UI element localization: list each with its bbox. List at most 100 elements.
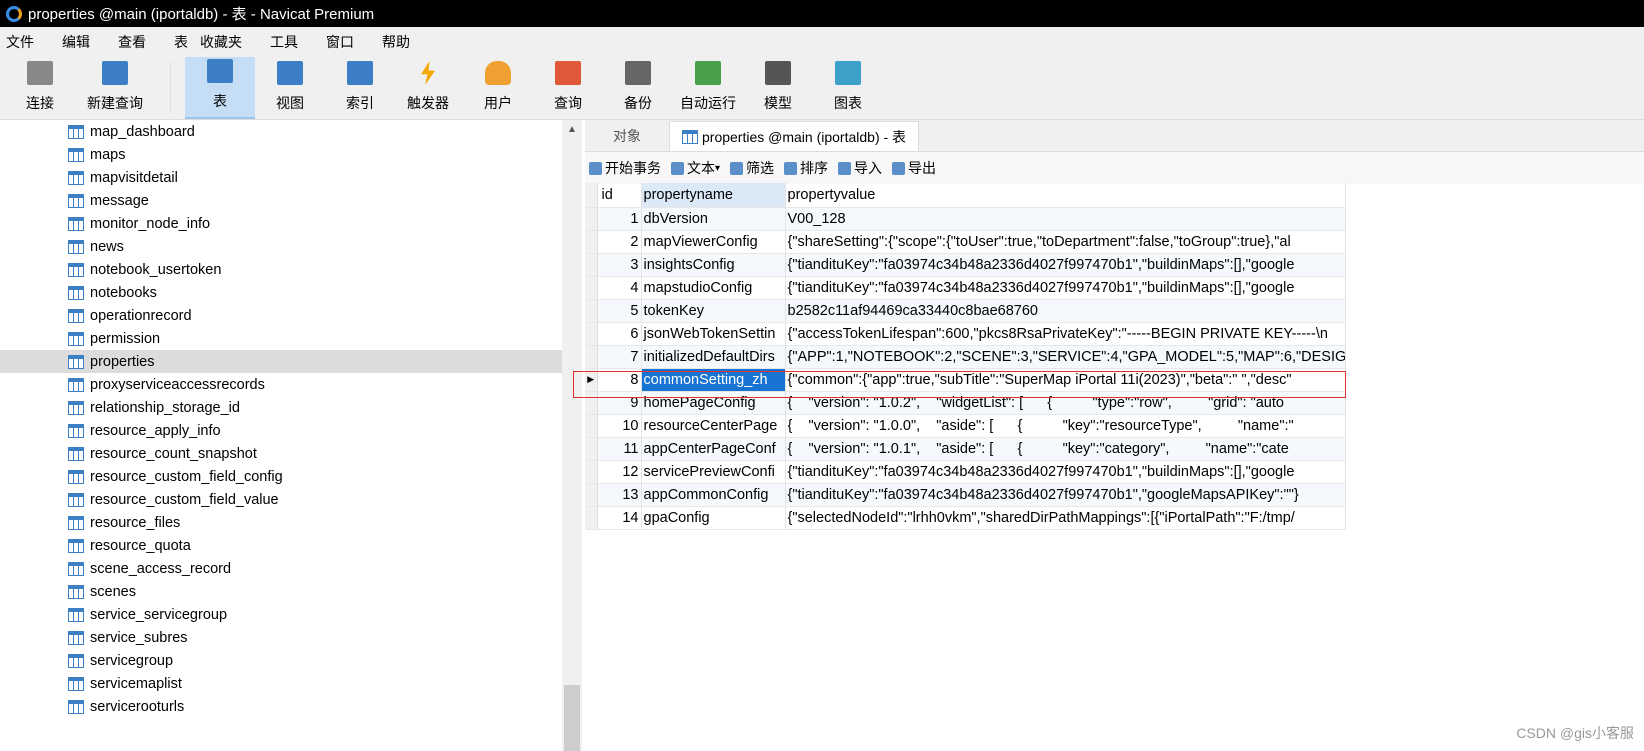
cell-propertyname[interactable]: gpaConfig (641, 506, 786, 530)
cell-propertyname[interactable]: servicePreviewConfi (641, 460, 786, 484)
table-row[interactable]: 6 jsonWebTokenSettin {"accessTokenLifespan… (585, 322, 1346, 346)
scroll-thumb[interactable] (564, 685, 580, 751)
cell-id[interactable]: 14 (597, 506, 642, 530)
toolbar-button-9[interactable]: 自动运行 (673, 57, 743, 119)
table-row[interactable]: ▶ 8 commonSetting_zh {"common":{"app":true,… (585, 368, 1346, 392)
toolbar-button-5[interactable]: 触发器 (393, 57, 463, 119)
cell-propertyvalue[interactable]: {"APP":1,"NOTEBOOK":2,"SCENE":3,"SERVICE… (785, 345, 1346, 369)
cell-propertyname[interactable]: commonSetting_zh (641, 368, 786, 392)
cell-propertyvalue[interactable]: {"selectedNodeId":"lrhh0vkm","sharedDirP… (785, 506, 1346, 530)
tree-item-table[interactable]: resource_files (0, 511, 562, 534)
tree-item-table[interactable]: proxyserviceaccessrecords (0, 373, 562, 396)
toolbar-button-10[interactable]: 模型 (743, 57, 813, 119)
tree-item-table[interactable]: notebooks (0, 281, 562, 304)
cell-propertyvalue[interactable]: {"shareSetting":{"scope":{"toUser":true,… (785, 230, 1346, 254)
menu-item[interactable]: 表 (174, 32, 188, 52)
toolbar-button-3[interactable]: 视图 (255, 57, 325, 119)
table-row[interactable]: 14 gpaConfig {"selectedNodeId":"lrhh0vkm",… (585, 506, 1346, 530)
dropdown-caret-icon[interactable]: ▾ (715, 163, 720, 174)
cell-id[interactable]: 3 (597, 253, 642, 277)
export-button[interactable]: 导出 (892, 158, 936, 178)
cell-propertyname[interactable]: tokenKey (641, 299, 786, 323)
cell-propertyname[interactable]: initializedDefaultDirs (641, 345, 786, 369)
row-marker[interactable] (585, 437, 598, 461)
row-marker[interactable] (585, 207, 598, 231)
row-marker[interactable] (585, 253, 598, 277)
table-row[interactable]: 13 appCommonConfig {"tiandituKey":"fa03974… (585, 483, 1346, 507)
tree-item-table[interactable]: resource_quota (0, 534, 562, 557)
tab-0[interactable]: 对象 (585, 121, 669, 151)
cell-propertyvalue[interactable]: {"tiandituKey":"fa03974c34b48a2336d4027f… (785, 253, 1346, 277)
toolbar-button-2[interactable]: 表 (185, 57, 255, 119)
cell-id[interactable]: 2 (597, 230, 642, 254)
menu-item[interactable]: 收藏夹 (200, 32, 242, 52)
toolbar-button-8[interactable]: 备份 (603, 57, 673, 119)
import-button[interactable]: 导入 (838, 158, 882, 178)
tree-item-table[interactable]: servicegroup (0, 649, 562, 672)
tree-item-table[interactable]: message (0, 189, 562, 212)
cell-propertyvalue[interactable]: {"common":{"app":true,"subTitle":"SuperM… (785, 368, 1346, 392)
tree-item-table[interactable]: resource_custom_field_value (0, 488, 562, 511)
tree-item-table[interactable]: service_servicegroup (0, 603, 562, 626)
tree-item-table[interactable]: resource_count_snapshot (0, 442, 562, 465)
toolbar-button-4[interactable]: 索引 (325, 57, 395, 119)
row-marker[interactable] (585, 460, 598, 484)
table-row[interactable]: 4 mapstudioConfig {"tiandituKey":"fa03974c… (585, 276, 1346, 300)
cell-propertyname[interactable]: dbVersion (641, 207, 786, 231)
tree-item-table[interactable]: scene_access_record (0, 557, 562, 580)
tab-1[interactable]: properties @main (iportaldb) - 表 (669, 121, 920, 151)
column-header-propertyname[interactable]: propertyname (641, 183, 786, 208)
toolbar-button-7[interactable]: 查询 (533, 57, 603, 119)
row-marker[interactable] (585, 506, 598, 530)
scroll-up-icon[interactable]: ▲ (562, 124, 582, 135)
tree-item-table[interactable]: notebook_usertoken (0, 258, 562, 281)
cell-id[interactable]: 7 (597, 345, 642, 369)
column-header-propertyvalue[interactable]: propertyvalue (785, 183, 1346, 208)
row-marker[interactable] (585, 391, 598, 415)
row-marker[interactable] (585, 299, 598, 323)
tree-item-table[interactable]: scenes (0, 580, 562, 603)
toolbar-button-6[interactable]: 用户 (463, 57, 533, 119)
tree-item-table[interactable]: map_dashboard (0, 120, 562, 143)
tree-item-table[interactable]: permission (0, 327, 562, 350)
row-marker[interactable] (585, 322, 598, 346)
cell-id[interactable]: 5 (597, 299, 642, 323)
cell-propertyname[interactable]: mapstudioConfig (641, 276, 786, 300)
tree-item-table[interactable]: servicemaplist (0, 672, 562, 695)
row-marker[interactable] (585, 276, 598, 300)
cell-propertyvalue[interactable]: {"tiandituKey":"fa03974c34b48a2336d4027f… (785, 483, 1346, 507)
cell-propertyname[interactable]: appCenterPageConf (641, 437, 786, 461)
current-row-indicator-icon[interactable]: ▶ (585, 368, 598, 392)
row-marker[interactable] (585, 230, 598, 254)
tree-item-table[interactable]: properties (0, 350, 562, 373)
cell-id[interactable]: 8 (597, 368, 642, 392)
filter-button[interactable]: 筛选 (730, 158, 774, 178)
cell-id[interactable]: 13 (597, 483, 642, 507)
table-row[interactable]: 9 homePageConfig{ "version": "1.0.2", "wi… (585, 391, 1346, 415)
tree-item-table[interactable]: monitor_node_info (0, 212, 562, 235)
cell-id[interactable]: 11 (597, 437, 642, 461)
table-row[interactable]: 12 servicePreviewConfi {"tiandituKey":"fa0… (585, 460, 1346, 484)
cell-id[interactable]: 4 (597, 276, 642, 300)
cell-propertyname[interactable]: mapViewerConfig (641, 230, 786, 254)
table-row[interactable]: 5 tokenKey b2582c11af94469ca33440c8bae6876… (585, 299, 1346, 323)
cell-id[interactable]: 6 (597, 322, 642, 346)
table-row[interactable]: 1 dbVersion V00_128 (585, 207, 1346, 231)
row-marker[interactable] (585, 414, 598, 438)
cell-propertyname[interactable]: insightsConfig (641, 253, 786, 277)
tree-scrollbar[interactable]: ▲ (562, 120, 582, 751)
menu-item[interactable]: 查看 (118, 32, 146, 52)
cell-propertyname[interactable]: appCommonConfig (641, 483, 786, 507)
cell-propertyvalue[interactable]: { "version": "1.0.2", "widgetList": [ { … (785, 391, 1346, 415)
tree-item-table[interactable]: mapvisitdetail (0, 166, 562, 189)
cell-propertyname[interactable]: jsonWebTokenSettin (641, 322, 786, 346)
text-button[interactable]: 文本 ▾ (671, 158, 720, 178)
cell-id[interactable]: 9 (597, 391, 642, 415)
cell-id[interactable]: 1 (597, 207, 642, 231)
begin-transaction-button[interactable]: 开始事务 (589, 158, 661, 178)
menu-item[interactable]: 工具 (270, 32, 298, 52)
row-marker[interactable] (585, 483, 598, 507)
toolbar-button-11[interactable]: 图表 (813, 57, 883, 119)
cell-propertyname[interactable]: homePageConfig (641, 391, 786, 415)
tree-item-table[interactable]: resource_apply_info (0, 419, 562, 442)
